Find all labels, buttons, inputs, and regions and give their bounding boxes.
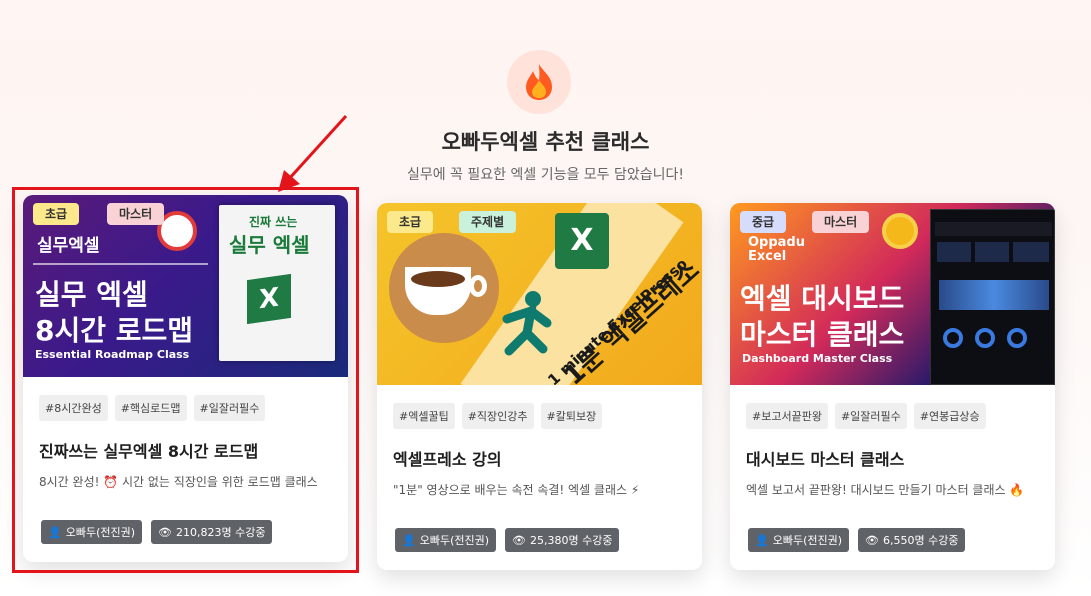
course-description: "1분" 영상으로 배우는 속전 속결! 엑셀 클래스 ⚡ <box>393 483 640 497</box>
medal-icon <box>882 213 918 249</box>
hashtag[interactable]: #일잘러필수 <box>834 403 907 429</box>
hashtag[interactable]: #엑셀꿀팁 <box>393 403 455 429</box>
type-badge: 마스터 <box>107 203 165 225</box>
hashtag[interactable]: #보고서끝판왕 <box>746 403 828 429</box>
annotation-arrow-icon <box>278 114 348 192</box>
course-card-excelpresso[interactable]: X 1 minute ExcelPresso 1분 엑셀프레소 초급 주제별 #… <box>377 203 702 570</box>
coffee-cup-icon <box>389 233 499 343</box>
fire-icon <box>526 64 552 100</box>
user-icon: 👤 <box>755 533 769 547</box>
type-badge: 마스터 <box>812 211 870 233</box>
course-card-dashboard[interactable]: Oppadu Excel 엑셀 대시보드 마스터 클래스 Dashboard M… <box>730 203 1055 570</box>
fire-icon-circle <box>507 50 571 114</box>
author-chip: 👤 오빠두(전진권) <box>395 528 497 552</box>
section-subtitle: 실무에 꼭 필요한 엑셀 기능을 모두 담았습니다! <box>406 167 685 183</box>
eye-icon: 👁 <box>158 525 172 539</box>
hashtag[interactable]: #핵심로드맵 <box>114 395 187 421</box>
brand-line2: Excel <box>748 249 787 264</box>
course-description: 8시간 완성! ⏰ 시간 없는 직장인을 위한 로드맵 클래스 <box>39 475 318 489</box>
eye-icon: 👁 <box>865 533 879 547</box>
user-icon: 👤 <box>48 525 62 539</box>
excel-logo-icon: X <box>247 273 291 325</box>
dashboard-screenshot <box>930 209 1055 385</box>
author-chip: 👤 오빠두(전진권) <box>748 528 850 552</box>
thumb-line3: Dashboard Master Class <box>742 352 893 365</box>
author-chip: 👤 오빠두(전진권) <box>41 520 143 544</box>
course-title[interactable]: 진짜쓰는 실무엑셀 8시간 로드맵 <box>39 438 332 462</box>
book-image: 진짜 쓰는 실무 엑셀 X <box>219 205 335 361</box>
level-badge: 초급 <box>387 211 434 233</box>
course-title[interactable]: 엑셀프레소 강의 <box>393 446 686 470</box>
course-title[interactable]: 대시보드 마스터 클래스 <box>746 446 1039 470</box>
course-card-roadmap[interactable]: 실무엑셀 실무 엑셀 8시간 로드맵 Essential Roadmap Cla… <box>23 195 348 562</box>
thumb-line2: 마스터 클래스 <box>740 318 905 351</box>
thumb-line1: 엑셀 대시보드 <box>740 282 905 315</box>
brand-line1: Oppadu <box>748 235 805 250</box>
hashtag[interactable]: #칼퇴보장 <box>540 403 603 429</box>
eye-icon: 👁 <box>512 533 526 547</box>
hashtag[interactable]: #일잘러필수 <box>193 395 266 421</box>
level-badge: 중급 <box>740 211 787 233</box>
thumb-line1: 실무 엑셀 <box>35 278 148 311</box>
students-chip: 👁 210,823명 수강중 <box>151 520 273 544</box>
hashtag[interactable]: #연봉급상승 <box>913 403 986 429</box>
thumb-line2: 8시간 로드맵 <box>35 314 194 347</box>
excel-logo-icon: X <box>555 213 609 269</box>
students-chip: 👁 25,380명 수강중 <box>505 528 620 552</box>
course-description: 엑셀 보고서 끝판왕! 대시보드 만들기 마스터 클래스 🔥 <box>746 483 1025 497</box>
runner-icon <box>487 289 557 359</box>
level-badge: 초급 <box>33 203 80 225</box>
thumb-line3: Essential Roadmap Class <box>35 348 190 361</box>
hashtag[interactable]: #직장인강추 <box>461 403 534 429</box>
hashtag[interactable]: #8시간완성 <box>39 395 108 421</box>
course-thumbnail: Oppadu Excel 엑셀 대시보드 마스터 클래스 Dashboard M… <box>730 203 1055 385</box>
type-badge: 주제별 <box>459 211 517 233</box>
students-chip: 👁 6,550명 수강중 <box>858 528 966 552</box>
course-thumbnail: X 1 minute ExcelPresso 1분 엑셀프레소 초급 주제별 <box>377 203 702 385</box>
course-thumbnail: 실무엑셀 실무 엑셀 8시간 로드맵 Essential Roadmap Cla… <box>23 195 348 377</box>
section-title: 오빠두엑셀 추천 클래스 <box>441 130 650 154</box>
user-icon: 👤 <box>402 533 416 547</box>
